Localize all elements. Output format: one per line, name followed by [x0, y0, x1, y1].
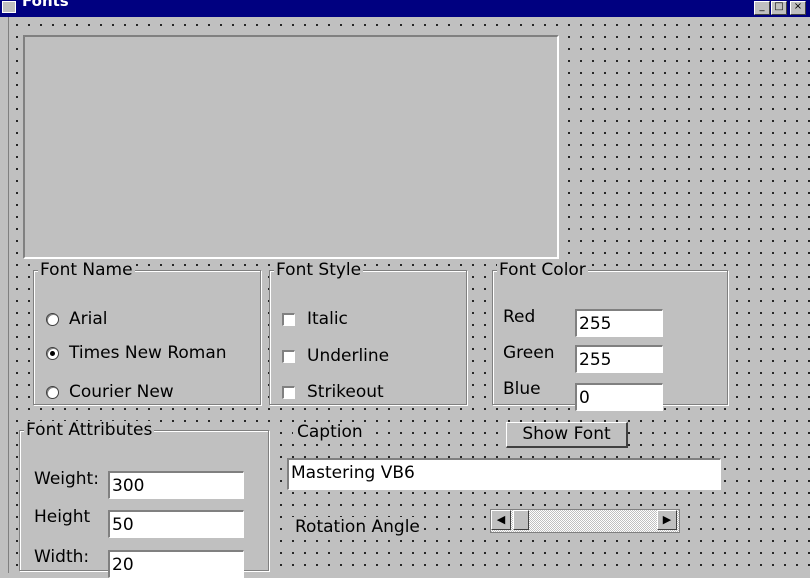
font-style-legend: Font Style	[274, 260, 364, 280]
blue-label: Blue	[503, 379, 541, 399]
font-color-legend: Font Color	[497, 260, 588, 280]
checkbox-icon	[282, 312, 295, 326]
app-icon	[2, 1, 16, 13]
height-input[interactable]: 50	[108, 510, 244, 538]
weight-input[interactable]: 300	[108, 471, 244, 499]
blue-input[interactable]: 0	[575, 383, 663, 411]
checkbox-icon	[282, 349, 295, 363]
font-attributes-legend: Font Attributes	[24, 420, 155, 440]
scroll-thumb[interactable]	[513, 510, 529, 530]
option-label: Times New Roman	[69, 343, 227, 363]
radio-selected-icon	[46, 346, 59, 360]
minimize-button[interactable]: _	[754, 1, 770, 15]
height-label: Height	[34, 507, 91, 527]
form-design-surface: Font Name Arial Times New Roman Courier …	[8, 17, 810, 578]
strikeout-checkbox[interactable]: Strikeout	[282, 382, 384, 402]
weight-label: Weight:	[34, 469, 99, 489]
caption-label: Caption	[293, 422, 367, 442]
green-label: Green	[503, 343, 555, 363]
option-label: Arial	[69, 309, 108, 329]
red-input[interactable]: 255	[575, 309, 663, 337]
scroll-right-arrow-icon[interactable]: ▶	[657, 510, 677, 530]
red-label: Red	[503, 307, 536, 327]
arial-option[interactable]: Arial	[46, 309, 107, 329]
font-color-frame: Font Color Red 255 Green 255 Blue 0	[492, 260, 728, 411]
title-bar: Fonts _ □ ×	[0, 0, 810, 17]
radio-icon	[46, 385, 59, 399]
font-name-legend: Font Name	[38, 260, 135, 280]
scroll-left-arrow-icon[interactable]: ◀	[491, 510, 511, 530]
width-input[interactable]: 20	[108, 550, 244, 578]
green-input[interactable]: 255	[575, 345, 663, 373]
underline-checkbox[interactable]: Underline	[282, 346, 389, 366]
maximize-button[interactable]: □	[771, 1, 787, 15]
window-title: Fonts	[22, 0, 69, 10]
option-label: Courier New	[69, 382, 174, 402]
font-attributes-frame: Font Attributes Weight: 300 Height 50 Wi…	[19, 420, 269, 578]
radio-icon	[46, 312, 59, 326]
checkbox-label: Strikeout	[307, 382, 384, 402]
font-preview-picture-box	[23, 35, 559, 259]
rotation-angle-label: Rotation Angle	[291, 517, 424, 537]
checkbox-label: Italic	[307, 309, 348, 329]
rotation-angle-scrollbar[interactable]: ◀ ▶	[490, 509, 680, 533]
font-style-frame: Font Style Italic Underline Strikeout	[269, 261, 467, 405]
times-new-roman-option[interactable]: Times New Roman	[46, 343, 227, 363]
checkbox-label: Underline	[307, 346, 390, 366]
caption-input[interactable]: Mastering VB6	[287, 458, 721, 490]
courier-new-option[interactable]: Courier New	[46, 382, 174, 402]
font-name-frame: Font Name Arial Times New Roman Courier …	[33, 261, 261, 405]
width-label: Width:	[34, 547, 90, 567]
close-button[interactable]: ×	[790, 1, 806, 15]
checkbox-icon	[282, 385, 295, 399]
show-font-button[interactable]: Show Font	[506, 422, 628, 448]
italic-checkbox[interactable]: Italic	[282, 309, 348, 329]
